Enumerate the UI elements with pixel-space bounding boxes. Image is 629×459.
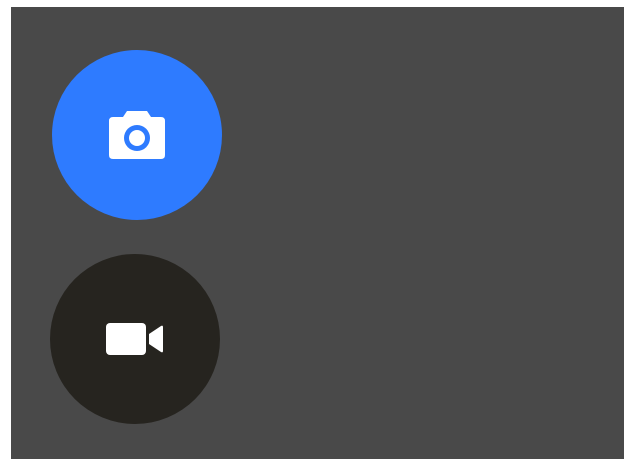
camera-icon	[107, 109, 167, 161]
video-camera-icon	[106, 323, 164, 355]
capture-mode-panel	[11, 7, 624, 459]
video-mode-button[interactable]	[50, 254, 220, 424]
photo-mode-button[interactable]	[52, 50, 222, 220]
